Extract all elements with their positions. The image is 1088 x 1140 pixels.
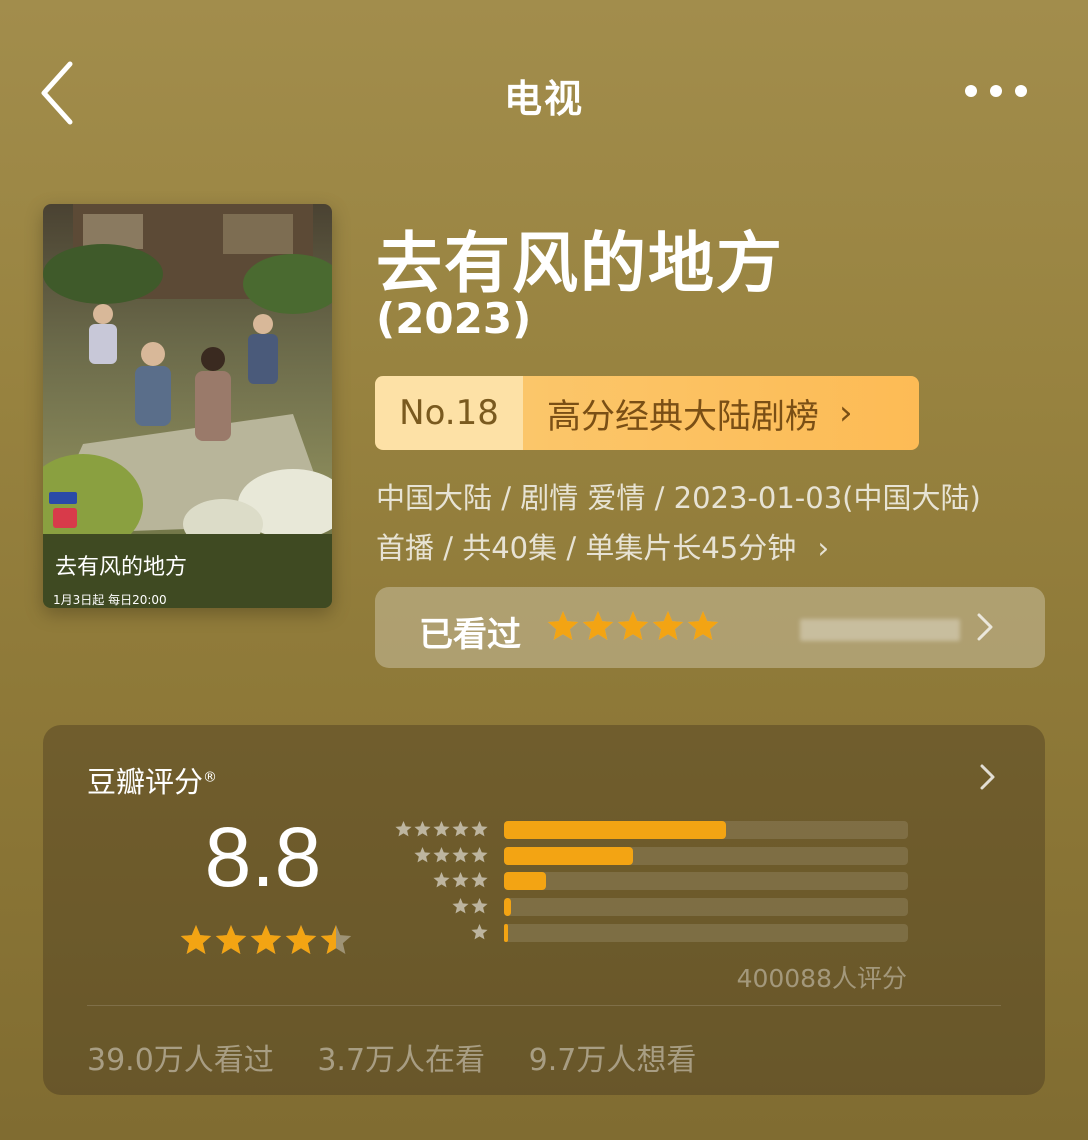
rating-score: 8.8 bbox=[204, 810, 322, 904]
chevron-right-icon: › bbox=[817, 531, 830, 565]
star-icon bbox=[180, 925, 212, 954]
distribution-stars bbox=[433, 872, 488, 888]
star-icon bbox=[582, 611, 614, 640]
star-icon bbox=[452, 898, 469, 914]
star-icon bbox=[471, 847, 488, 863]
rank-number: No.18 bbox=[375, 376, 523, 450]
star-icon bbox=[215, 925, 247, 954]
watched-label: 已看过 bbox=[419, 615, 521, 655]
distribution-track bbox=[504, 872, 908, 890]
distribution-track bbox=[504, 821, 908, 839]
distribution-track bbox=[504, 924, 908, 942]
star-icon bbox=[414, 847, 431, 863]
show-meta-line2-text: 首播 / 共40集 / 单集片长45分钟 bbox=[376, 531, 797, 565]
distribution-bar bbox=[504, 898, 512, 916]
star-icon bbox=[452, 821, 469, 837]
star-icon bbox=[395, 821, 412, 837]
star-icon bbox=[617, 611, 649, 640]
chevron-right-icon: › bbox=[839, 393, 853, 433]
star-icon bbox=[320, 925, 352, 954]
distribution-bar bbox=[504, 872, 547, 890]
star-icon bbox=[687, 611, 719, 640]
poster-title: 去有风的地方 bbox=[55, 555, 187, 580]
chevron-right-icon[interactable] bbox=[977, 761, 999, 793]
distribution-stars bbox=[395, 821, 488, 837]
rater-count: 400088人评分 bbox=[736, 964, 907, 993]
show-meta-line2[interactable]: 首播 / 共40集 / 单集片长45分钟 › bbox=[376, 525, 829, 567]
rating-stars bbox=[180, 925, 352, 954]
poster-illustration: 去有风的地方 1月3日起 每日20:00 bbox=[43, 204, 332, 608]
distribution-bar bbox=[504, 847, 634, 865]
show-year: (2023) bbox=[376, 294, 532, 343]
star-icon bbox=[471, 924, 488, 940]
star-icon bbox=[433, 872, 450, 888]
registered-mark: ® bbox=[203, 769, 218, 786]
distribution-stars bbox=[452, 898, 488, 914]
page-title: 电视 bbox=[503, 77, 584, 121]
distribution-track bbox=[504, 847, 908, 865]
rating-card-title-text: 豆瓣评分 bbox=[87, 765, 204, 799]
stat-watching[interactable]: 3.7万人在看 bbox=[317, 1043, 485, 1078]
distribution-stars bbox=[414, 847, 488, 863]
my-rating-bar[interactable]: 已看过 bbox=[375, 587, 1045, 668]
divider bbox=[87, 1005, 1001, 1006]
ranking-badge[interactable]: No.18 高分经典大陆剧榜 › bbox=[375, 376, 919, 450]
star-icon bbox=[452, 872, 469, 888]
star-icon bbox=[433, 847, 450, 863]
stat-watched[interactable]: 39.0万人看过 bbox=[87, 1043, 274, 1078]
star-icon bbox=[547, 611, 579, 640]
rank-list-label: 高分经典大陆剧榜 bbox=[547, 396, 819, 437]
audience-stats: 39.0万人看过 3.7万人在看 9.7万人想看 bbox=[87, 1035, 730, 1079]
distribution-bar bbox=[504, 821, 727, 839]
distribution-stars bbox=[471, 924, 488, 940]
chevron-right-icon bbox=[977, 613, 993, 641]
my-rating-stars bbox=[547, 611, 719, 640]
distribution-track bbox=[504, 898, 908, 916]
star-icon bbox=[285, 925, 317, 954]
star-icon bbox=[452, 847, 469, 863]
top-bar: 电视 bbox=[0, 0, 1088, 180]
rank-list-name: 高分经典大陆剧榜 › bbox=[523, 376, 919, 450]
star-icon bbox=[414, 821, 431, 837]
show-title: 去有风的地方 bbox=[376, 225, 784, 302]
show-meta-line1: 中国大陆 / 剧情 爱情 / 2023-01-03(中国大陆) bbox=[376, 481, 981, 515]
star-icon bbox=[471, 872, 488, 888]
douban-rating-card[interactable]: 豆瓣评分® 8.8 400088人评分 39.0万人看过 3.7万人在看 9.7… bbox=[43, 725, 1045, 1095]
star-icon bbox=[433, 821, 450, 837]
blurred-date bbox=[800, 619, 960, 641]
rating-card-title: 豆瓣评分® bbox=[87, 759, 217, 801]
ellipsis-icon[interactable] bbox=[958, 78, 1034, 104]
stat-wish[interactable]: 9.7万人想看 bbox=[529, 1043, 697, 1078]
distribution-bar bbox=[504, 924, 508, 942]
star-icon bbox=[652, 611, 684, 640]
poster-airtime: 1月3日起 每日20:00 bbox=[53, 592, 167, 607]
poster-image[interactable]: 去有风的地方 1月3日起 每日20:00 bbox=[43, 204, 332, 608]
star-icon bbox=[471, 898, 488, 914]
star-icon bbox=[250, 925, 282, 954]
star-icon bbox=[471, 821, 488, 837]
